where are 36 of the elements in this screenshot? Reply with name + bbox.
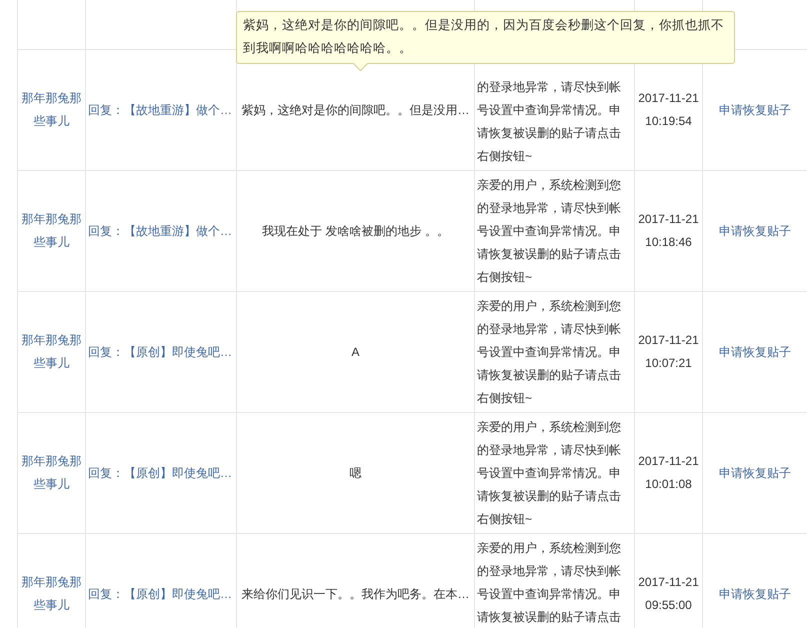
post-time: 10:01:08: [645, 476, 692, 493]
delete-reason: 亲爱的用户，系统检测到您的登录地异常，请尽快到帐号设置中查询异常情况。申请恢复被误删的贴子请点击: [477, 540, 622, 626]
post-content: 嗯: [350, 464, 362, 482]
post-title-link[interactable]: 回复：【故地重游】做个…: [88, 222, 232, 240]
user-link[interactable]: 那年那兔那些事儿: [20, 87, 83, 133]
restore-post-link[interactable]: 申请恢复贴子: [719, 586, 791, 602]
post-time: 10:18:46: [645, 234, 692, 251]
post-title-link[interactable]: 回复：【原创】即使兔吧…: [88, 464, 232, 482]
restore-post-link[interactable]: 申请恢复贴子: [719, 222, 791, 240]
post-title-link[interactable]: 回复：【原创】即使兔吧…: [88, 344, 232, 360]
delete-reason: 亲爱的用户，系统检测到您的登录地异常，请尽快到帐号设置中查询异常情况。申请恢复被误删的贴子请点击右侧按钮~: [477, 418, 622, 528]
post-time: 10:19:54: [645, 113, 692, 130]
post-time: 10:07:21: [645, 355, 692, 372]
post-title-link[interactable]: 回复：【故地重游】做个…: [88, 102, 232, 118]
post-content: 我现在处于 发啥啥被删的地步 。。: [262, 222, 449, 240]
post-title-link[interactable]: 回复：【原创】即使兔吧…: [88, 586, 232, 602]
delete-reason: 亲爱的用户，系统检测到您的登录地异常，请尽快到帐号设置中查询异常情况。申请恢复被误删的贴子请点击右侧按钮~: [477, 298, 622, 406]
restore-post-link[interactable]: 申请恢复贴子: [719, 344, 791, 360]
post-time: 09:55:00: [645, 597, 692, 614]
post-date: 2017-11-21: [638, 332, 699, 349]
post-date: 2017-11-21: [638, 211, 699, 228]
post-content: 紫妈，这绝对是你的间隙吧。。但是没用…: [242, 102, 470, 118]
restore-post-link[interactable]: 申请恢复贴子: [719, 464, 791, 482]
restore-post-link[interactable]: 申请恢复贴子: [719, 102, 791, 118]
post-date: 2017-11-21: [638, 90, 699, 107]
delete-reason: 亲爱的用户，系统检测到您的登录地异常，请尽快到帐号设置中查询异常情况。申请恢复被误删的贴子请点击右侧按钮~: [477, 176, 622, 286]
user-link[interactable]: 那年那兔那些事儿: [20, 208, 83, 254]
tooltip-text: 紫妈，这绝对是你的间隙吧。。但是没用的，因为百度会秒删这个回复，你抓也抓不到我啊啊哈哈哈哈哈哈哈。。: [243, 18, 724, 55]
post-content: A: [351, 345, 360, 359]
post-date: 2017-11-21: [638, 453, 699, 470]
user-link[interactable]: 那年那兔那些事儿: [20, 329, 83, 375]
post-content: 来给你们见识一下。。我作为吧务。在本…: [242, 586, 470, 602]
post-date: 2017-11-21: [638, 574, 699, 591]
delete-reason: 的登录地异常，请尽快到帐号设置中查询异常情况。申请恢复被误删的贴子请点击右侧按钮~: [477, 78, 622, 164]
user-link[interactable]: 那年那兔那些事儿: [20, 450, 83, 496]
user-link[interactable]: 那年那兔那些事儿: [20, 571, 83, 617]
